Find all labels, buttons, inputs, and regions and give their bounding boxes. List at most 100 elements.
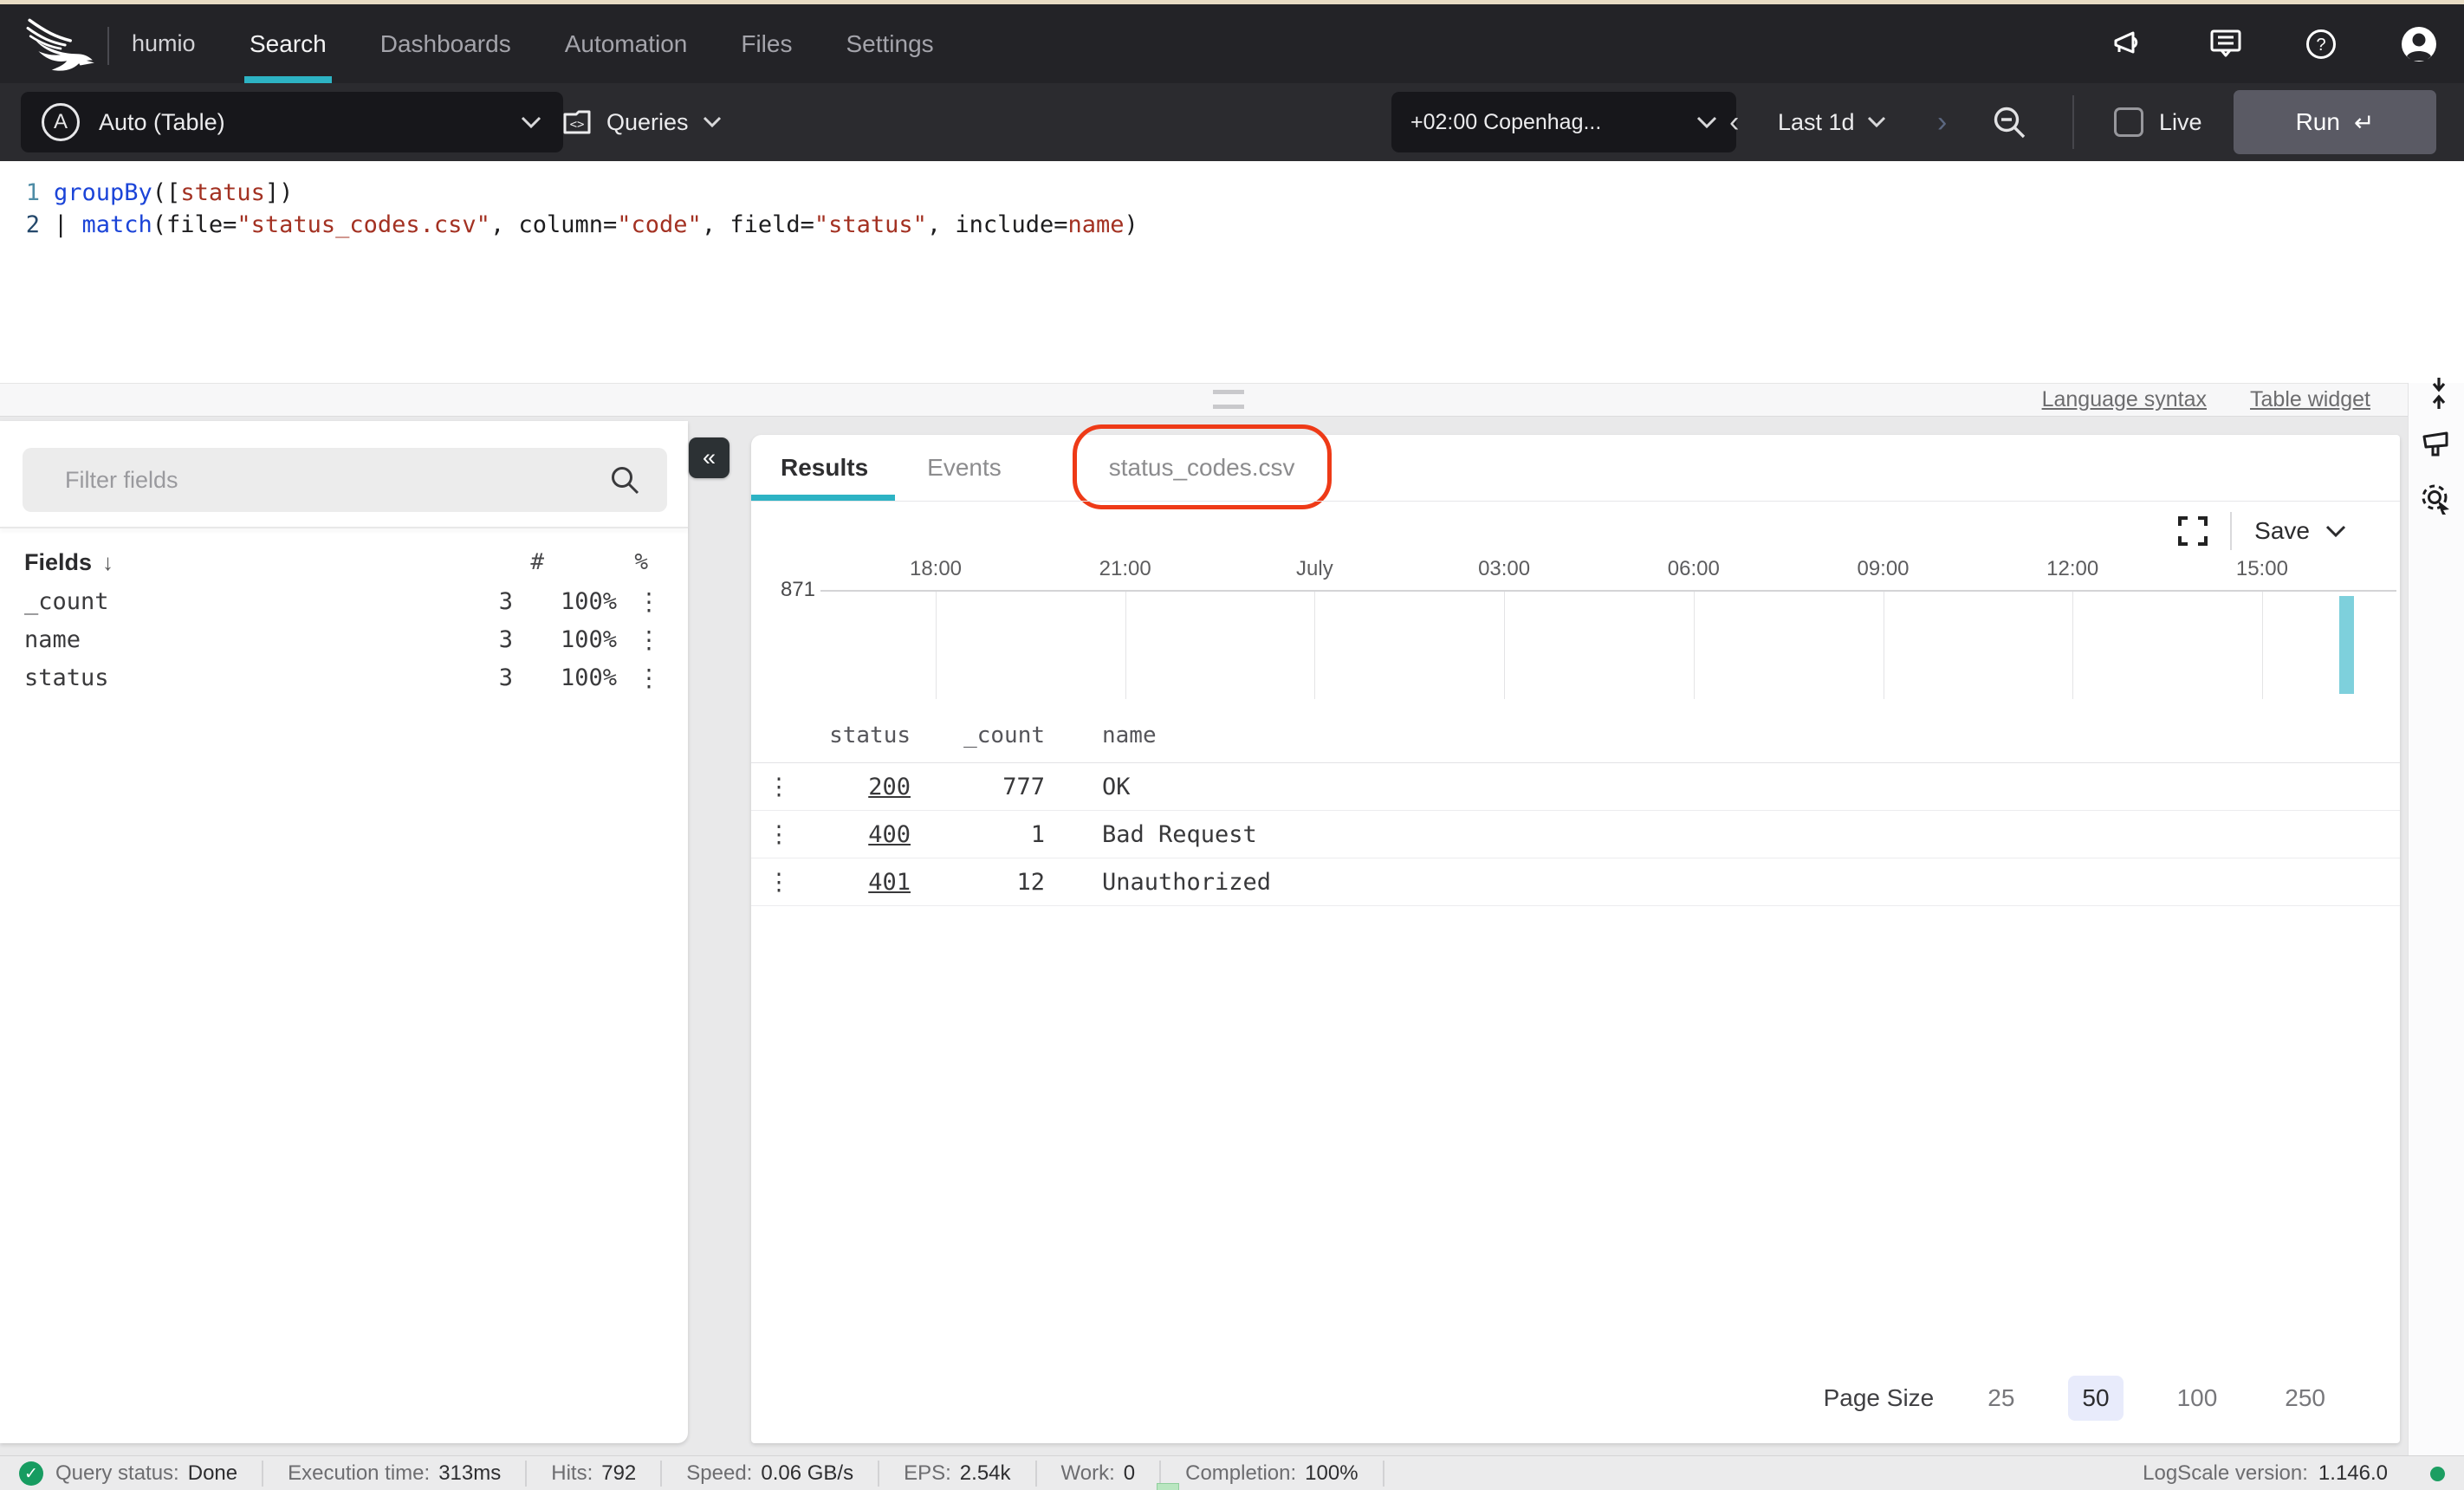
- svg-text:<>: <>: [570, 118, 585, 132]
- nav-item-settings[interactable]: Settings: [846, 4, 933, 83]
- user-avatar-icon[interactable]: [2400, 25, 2438, 63]
- table-row-status-401: ⋮40112Unauthorized: [751, 858, 2400, 906]
- status-label: Execution time:: [288, 1461, 430, 1486]
- gridline: [2262, 592, 2263, 699]
- help-icon[interactable]: ?: [2305, 28, 2338, 61]
- field-row-status[interactable]: status3100%⋮: [0, 658, 688, 696]
- field-row-_count[interactable]: _count3100%⋮: [0, 582, 688, 620]
- kebab-menu-icon[interactable]: ⋮: [617, 587, 681, 616]
- timezone-dropdown[interactable]: +02:00 Copenhag...: [1391, 92, 1736, 152]
- code-line: 1groupBy([status]): [0, 177, 2464, 209]
- gridline: [2072, 592, 2073, 699]
- kebab-menu-icon[interactable]: ⋮: [751, 821, 807, 848]
- field-name: status: [24, 664, 452, 691]
- line-number: 2: [0, 211, 54, 238]
- page-size-label: Page Size: [1824, 1384, 1935, 1412]
- query-code: 1groupBy([status])2| match(file="status_…: [0, 177, 2464, 241]
- page-size-option-25[interactable]: 25: [1974, 1376, 2028, 1421]
- column-header-count[interactable]: _count: [911, 722, 1045, 748]
- results-table: status _count name ⋮200777OK⋮4001Bad Req…: [751, 709, 2400, 906]
- announcements-megaphone-icon[interactable]: [2112, 29, 2147, 59]
- auto-mode-icon: A: [42, 103, 80, 141]
- save-dropdown[interactable]: Save: [2254, 517, 2346, 545]
- editor-splitter: Language syntax Table widget: [0, 383, 2464, 417]
- results-card: Results Events status_codes.csv Save 871 1…: [751, 435, 2400, 1443]
- run-button[interactable]: Run ↵: [2234, 90, 2436, 154]
- link-table-widget[interactable]: Table widget: [2250, 387, 2370, 412]
- cell-status[interactable]: 200: [807, 774, 911, 800]
- time-range-dropdown[interactable]: Last 1d: [1778, 83, 1886, 161]
- gridline: [1694, 592, 1695, 699]
- feedback-comment-icon[interactable]: [2209, 29, 2242, 60]
- repository-name[interactable]: humio: [132, 4, 196, 83]
- cell-status[interactable]: 401: [807, 869, 911, 896]
- timeline-bar[interactable]: [2339, 596, 2354, 694]
- field-name: _count: [24, 588, 452, 615]
- page-size-control: Page Size 25 50 100 250: [1824, 1376, 2339, 1421]
- return-key-icon: ↵: [2354, 108, 2374, 137]
- x-tick-label: July: [1296, 557, 1333, 581]
- page-size-option-50[interactable]: 50: [2068, 1376, 2123, 1421]
- query-editor[interactable]: 1groupBy([status])2| match(file="status_…: [0, 161, 2464, 383]
- pointer-target-icon[interactable]: [2421, 483, 2452, 515]
- tab-events[interactable]: Events: [927, 454, 1002, 482]
- column-header-status[interactable]: status: [807, 722, 911, 748]
- fullscreen-icon[interactable]: [2178, 516, 2208, 546]
- field-row-name[interactable]: name3100%⋮: [0, 620, 688, 658]
- query-toolbar: A Auto (Table) <> Queries +02:00 Copenha…: [0, 83, 2464, 161]
- events-timeline-chart[interactable]: 871 18:0021:00July03:0006:0009:0012:0015…: [751, 554, 2400, 700]
- time-forward-button[interactable]: ›: [1937, 83, 1947, 161]
- collapse-fields-panel-button[interactable]: «: [689, 437, 729, 478]
- fields-header: Fields↓ # %: [0, 542, 719, 582]
- field-percent: 100%: [513, 588, 617, 615]
- nav-item-automation[interactable]: Automation: [565, 4, 688, 83]
- splitter-drag-handle[interactable]: [1213, 390, 1244, 409]
- brush-clear-icon[interactable]: [2421, 430, 2450, 461]
- filter-fields-input[interactable]: [23, 467, 610, 494]
- version-value: 1.146.0: [2318, 1461, 2388, 1486]
- zoom-out-time-icon[interactable]: [1991, 104, 2029, 142]
- time-back-button[interactable]: ‹: [1729, 83, 1739, 161]
- tab-results[interactable]: Results: [781, 454, 868, 482]
- x-tick-label: 18:00: [910, 557, 962, 581]
- live-checkbox[interactable]: [2114, 107, 2143, 137]
- status-segment: ✓Query status:Done: [19, 1461, 263, 1487]
- results-toolbar: Save: [2178, 511, 2346, 551]
- table-row-status-200: ⋮200777OK: [751, 763, 2400, 811]
- code-text: | match(file="status_codes.csv", column=…: [54, 211, 1138, 238]
- nav-item-search[interactable]: Search: [250, 4, 327, 83]
- kebab-menu-icon[interactable]: ⋮: [751, 869, 807, 896]
- display-mode-dropdown[interactable]: A Auto (Table): [21, 92, 563, 152]
- logscale-search-page: humio Search Dashboards Automation Files Set…: [0, 0, 2464, 1490]
- x-tick-label: 03:00: [1478, 557, 1530, 581]
- chevron-down-icon: [520, 115, 542, 129]
- kebab-menu-icon[interactable]: ⋮: [751, 774, 807, 800]
- active-tab-underline: [751, 495, 895, 501]
- table-header-row: status _count name: [751, 709, 2400, 763]
- sort-down-icon: ↓: [102, 549, 113, 576]
- kebab-menu-icon[interactable]: ⋮: [617, 625, 681, 654]
- version-info: LogScale version: 1.146.0: [2143, 1456, 2388, 1490]
- table-row-status-400: ⋮4001Bad Request: [751, 811, 2400, 858]
- y-axis-max-label: 871: [777, 578, 815, 602]
- nav-item-files[interactable]: Files: [741, 4, 792, 83]
- tab-status-codes-csv[interactable]: status_codes.csv: [1109, 454, 1295, 482]
- column-header-name[interactable]: name: [1102, 722, 2400, 748]
- link-language-syntax[interactable]: Language syntax: [2042, 387, 2207, 412]
- live-toggle-group: Live: [2114, 83, 2202, 161]
- cell-status[interactable]: 400: [807, 821, 911, 848]
- crowdstrike-falcon-logo-icon[interactable]: [24, 16, 99, 74]
- status-value: 313ms: [438, 1461, 501, 1486]
- page-size-option-100[interactable]: 100: [2163, 1376, 2232, 1421]
- cell-name: Unauthorized: [1102, 869, 2400, 896]
- kebab-menu-icon[interactable]: ⋮: [617, 664, 681, 692]
- page-size-option-250[interactable]: 250: [2271, 1376, 2339, 1421]
- collapse-vertical-icon[interactable]: [2426, 376, 2452, 411]
- nav-divider: [107, 27, 109, 65]
- chevron-down-icon: [703, 116, 722, 128]
- status-label: Work:: [1061, 1461, 1115, 1486]
- queries-dropdown[interactable]: <> Queries: [561, 92, 722, 152]
- results-tabs: Results Events status_codes.csv: [781, 435, 1295, 501]
- nav-item-dashboards[interactable]: Dashboards: [380, 4, 511, 83]
- fields-header-label[interactable]: Fields↓: [24, 549, 483, 576]
